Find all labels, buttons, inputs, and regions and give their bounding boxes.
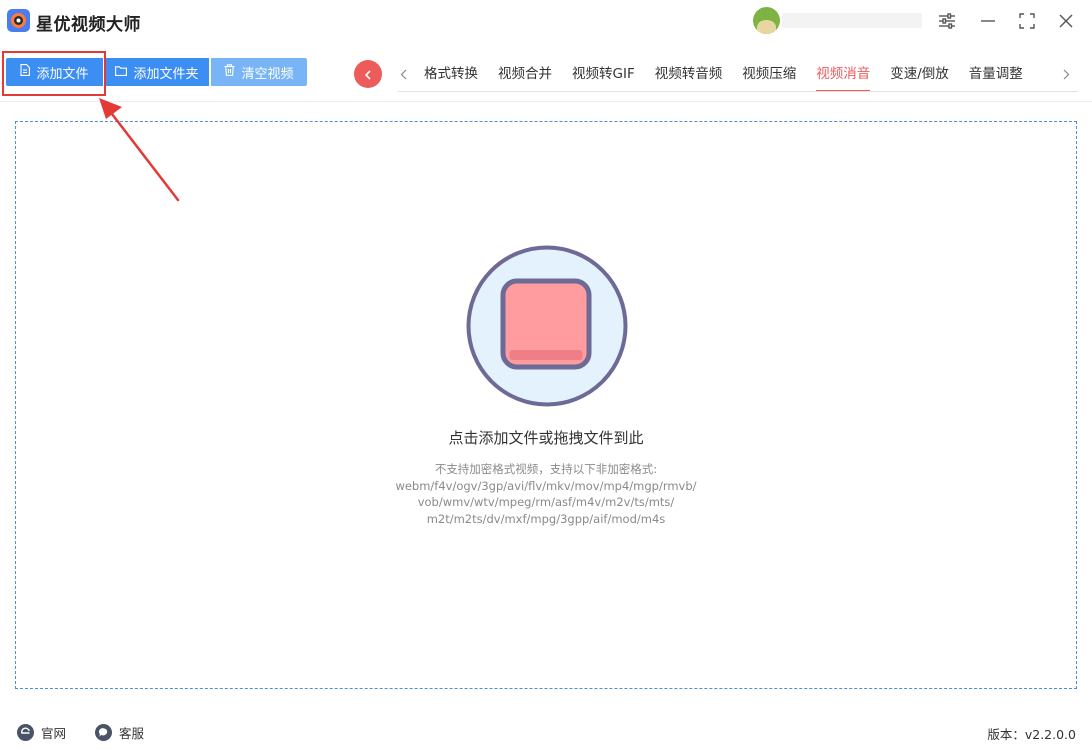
version-label: 版本：v2.2.0.0 (987, 727, 1076, 742)
tabs-scroll-left-icon[interactable] (396, 62, 410, 86)
add-folder-button[interactable]: 添加文件夹 (105, 58, 209, 86)
clear-videos-button[interactable]: 清空视频 (211, 58, 307, 86)
support-label: 客服 (119, 726, 145, 741)
tab-item[interactable]: 视频转GIF (562, 53, 645, 91)
trash-icon (224, 64, 235, 80)
settings-icon[interactable] (934, 8, 960, 34)
video-placeholder-icon (465, 244, 629, 412)
user-name-redacted[interactable] (782, 13, 922, 28)
tab-bar: 格式转换 视频合并 视频转GIF 视频转音频 视频压缩 视频消音 变速/倒放 音量调整 (414, 53, 1033, 92)
chevron-left-icon (364, 65, 372, 84)
formats-line: m2t/m2ts/dv/mxf/mpg/3gpp/aif/mod/m4s (426, 511, 666, 526)
tab-item[interactable]: 格式转换 (414, 53, 488, 91)
tab-item[interactable]: 音量调整 (959, 53, 1033, 91)
title-bar: 星优视频大师 (0, 0, 1092, 42)
browser-icon (17, 724, 34, 741)
close-icon[interactable] (1053, 8, 1079, 34)
formats-line: webm/f4v/ogv/3gp/avi/flv/mkv/mov/mp4/mgp… (395, 478, 697, 493)
app-logo-icon (7, 9, 30, 32)
clear-videos-label: 清空视频 (241, 66, 294, 82)
formats-line: vob/wmv/wtv/mpeg/rm/asf/m4v/m2v/ts/mts/ (417, 495, 675, 509)
website-label: 官网 (41, 726, 67, 741)
header-divider (0, 101, 1092, 102)
formats-line: 不支持加密格式视频，支持以下非加密格式: (434, 462, 658, 476)
app-title: 星优视频大师 (36, 15, 141, 35)
tab-item[interactable]: 视频合并 (488, 53, 562, 91)
tab-item[interactable]: 视频压缩 (732, 53, 806, 91)
drop-zone-title: 点击添加文件或拖拽文件到此 (448, 429, 644, 447)
maximize-icon[interactable] (1014, 8, 1040, 34)
file-drop-zone[interactable]: 点击添加文件或拖拽文件到此 不支持加密格式视频，支持以下非加密格式: webm/… (15, 121, 1077, 689)
minimize-icon[interactable] (975, 8, 1001, 34)
tab-item[interactable]: 视频消音 (806, 53, 880, 92)
support-link[interactable]: 客服 (95, 723, 144, 742)
tabs-back-button[interactable] (354, 60, 382, 88)
tab-item[interactable]: 变速/倒放 (880, 53, 959, 91)
user-avatar[interactable] (753, 7, 780, 34)
add-folder-label: 添加文件夹 (133, 66, 199, 82)
folder-icon (115, 65, 128, 80)
tab-bar-divider (398, 91, 1078, 92)
website-link[interactable]: 官网 (17, 723, 66, 742)
supported-formats-text: 不支持加密格式视频，支持以下非加密格式: webm/f4v/ogv/3gp/av… (16, 461, 1076, 527)
annotation-highlight-box (2, 51, 106, 96)
tabs-scroll-right-icon[interactable] (1059, 62, 1073, 86)
chat-icon (95, 724, 112, 741)
tab-item[interactable]: 视频转音频 (645, 53, 733, 91)
